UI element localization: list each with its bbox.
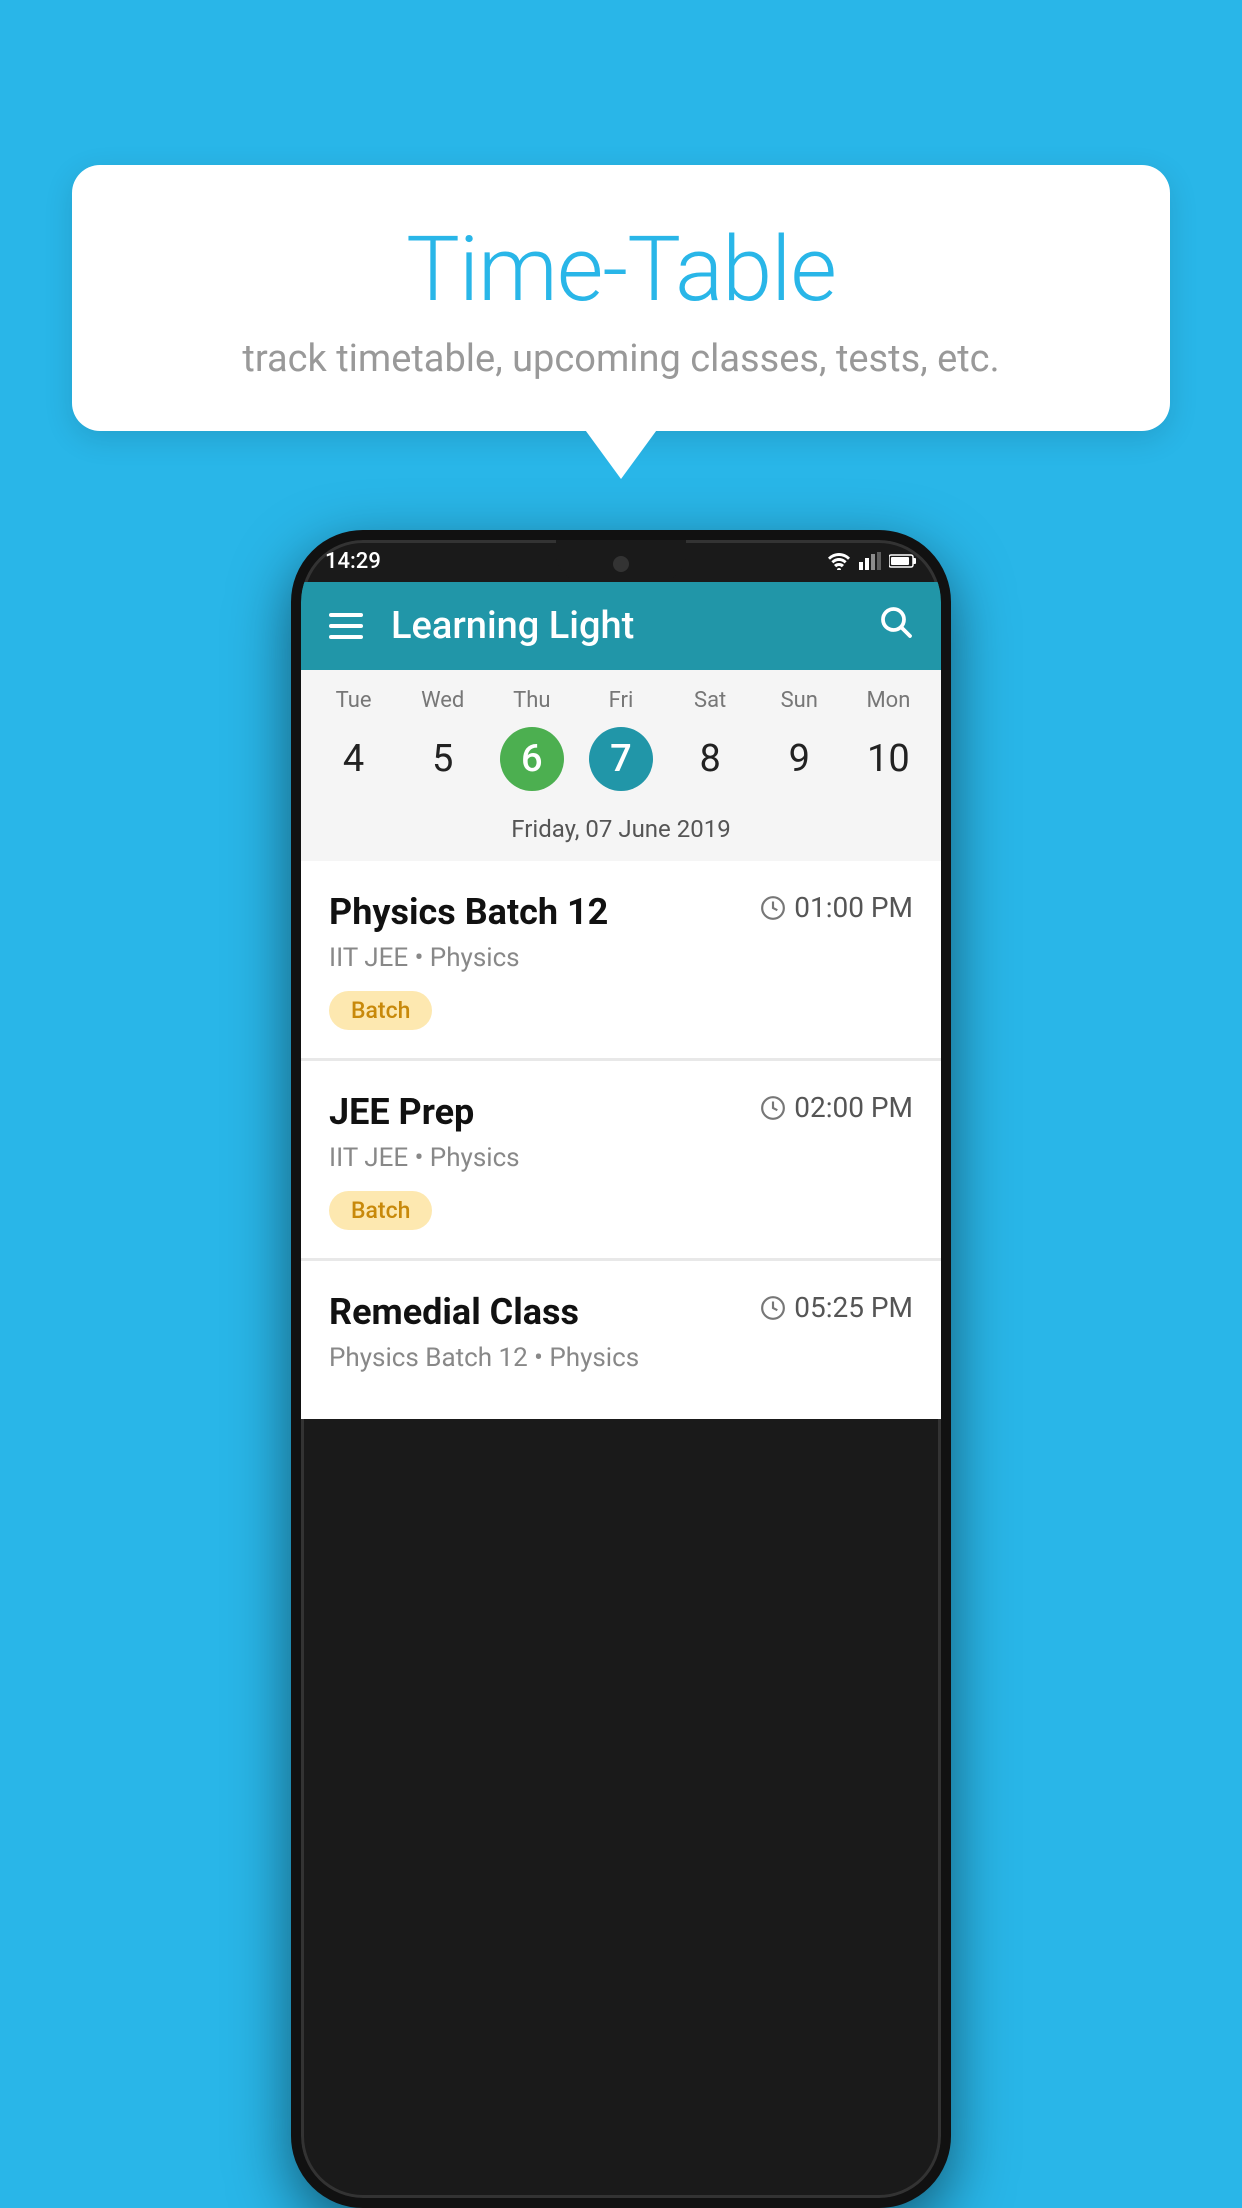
batch-badge-1: Batch [329,991,432,1030]
day-name-sat: Sat [666,688,755,713]
day-name-thu: Thu [487,688,576,713]
schedule-subtitle-2: IIT JEE • Physics [329,1143,913,1173]
day-num-7-selected: 7 [589,727,653,791]
hamburger-line-3 [329,635,363,639]
phone-device: 14:29 [291,530,951,2208]
schedule-title-1: Physics Batch 12 [329,891,608,933]
phone-content: Tue Wed Thu Fri Sat [301,670,941,2198]
phone-wrapper: 14:29 [72,530,1170,2208]
day-num-col-5[interactable]: 5 [398,725,487,793]
day-name-tue: Tue [309,688,398,713]
day-col-fri: Fri [576,688,665,713]
status-time: 14:29 [325,549,381,574]
day-col-sat: Sat [666,688,755,713]
bubble-title: Time-Table [132,220,1110,319]
day-num-col-6[interactable]: 6 [487,727,576,791]
day-num-9: 9 [755,725,844,793]
day-name-wed: Wed [398,688,487,713]
day-num-10: 10 [844,725,933,793]
schedule-time-3: 05:25 PM [760,1291,913,1324]
app-title: Learning Light [391,604,877,648]
clock-icon-3 [760,1295,786,1321]
schedule-subtitle-3: Physics Batch 12 • Physics [329,1343,913,1373]
day-col-wed: Wed [398,688,487,713]
day-col-mon: Mon [844,688,933,713]
bubble-subtitle: track timetable, upcoming classes, tests… [132,337,1110,381]
schedule-subtitle-1: IIT JEE • Physics [329,943,913,973]
schedule-time-text-2: 02:00 PM [794,1091,913,1124]
day-num-col-8[interactable]: 8 [666,725,755,793]
status-icons [827,552,917,570]
day-headers: Tue Wed Thu Fri Sat [301,670,941,721]
schedule-time-text-3: 05:25 PM [794,1291,913,1324]
day-name-mon: Mon [844,688,933,713]
batch-badge-2: Batch [329,1191,432,1230]
hamburger-line-1 [329,613,363,617]
clock-icon-1 [760,895,786,921]
schedule-time-1: 01:00 PM [760,891,913,924]
calendar-strip: Tue Wed Thu Fri Sat [301,670,941,861]
schedule-item-3-header: Remedial Class 05:25 PM [329,1291,913,1333]
schedule-item-3[interactable]: Remedial Class 05:25 PM Physics Batch 12… [301,1261,941,1419]
day-num-col-9[interactable]: 9 [755,725,844,793]
day-name-sun: Sun [755,688,844,713]
wifi-icon [827,552,851,570]
day-name-fri: Fri [576,688,665,713]
schedule-title-2: JEE Prep [329,1091,474,1133]
camera-dot [613,556,629,572]
day-num-5: 5 [398,725,487,793]
day-col-thu: Thu [487,688,576,713]
battery-icon [889,553,917,569]
schedule-time-text-1: 01:00 PM [794,891,913,924]
day-num-col-4[interactable]: 4 [309,725,398,793]
day-col-tue: Tue [309,688,398,713]
day-num-4: 4 [309,725,398,793]
schedule-time-2: 02:00 PM [760,1091,913,1124]
schedule-title-3: Remedial Class [329,1291,579,1333]
app-bar: Learning Light [301,582,941,670]
schedule-list: Physics Batch 12 01:00 PM IIT JEE • Phys… [301,861,941,1419]
day-num-6-today: 6 [500,727,564,791]
day-numbers: 4 5 6 7 8 [301,721,941,809]
speech-bubble: Time-Table track timetable, upcoming cla… [72,165,1170,431]
hamburger-line-2 [329,624,363,628]
notch [556,540,686,582]
schedule-item-2-header: JEE Prep 02:00 PM [329,1091,913,1133]
selected-date: Friday, 07 June 2019 [301,809,941,861]
search-button[interactable] [877,603,913,649]
clock-icon-2 [760,1095,786,1121]
day-col-sun: Sun [755,688,844,713]
day-num-col-7[interactable]: 7 [576,727,665,791]
day-num-8: 8 [666,725,755,793]
schedule-item-2[interactable]: JEE Prep 02:00 PM IIT JEE • Physics Batc… [301,1061,941,1258]
signal-icon [859,552,881,570]
day-num-col-10[interactable]: 10 [844,725,933,793]
hamburger-icon[interactable] [329,613,363,639]
schedule-item-1[interactable]: Physics Batch 12 01:00 PM IIT JEE • Phys… [301,861,941,1058]
schedule-item-1-header: Physics Batch 12 01:00 PM [329,891,913,933]
phone-screen: 14:29 [301,540,941,2198]
